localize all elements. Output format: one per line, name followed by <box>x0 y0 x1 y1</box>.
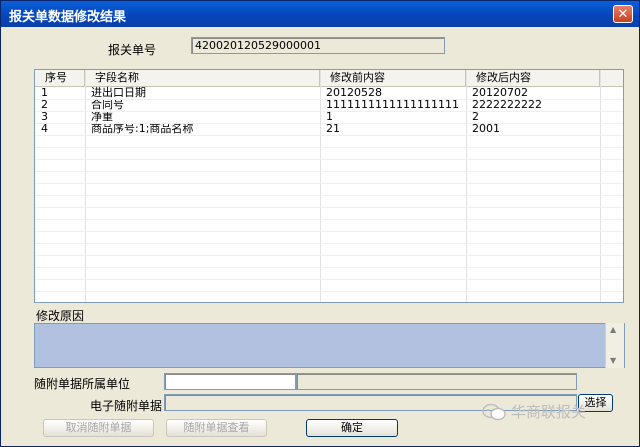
view-attachment-button[interactable]: 随附单据查看 <box>166 419 267 437</box>
reason-scrollbar[interactable]: ▲ ▼ <box>605 323 624 368</box>
col-header-seq[interactable]: 序号 <box>35 70 85 86</box>
watermark-text: 华商联报关 <box>511 403 587 421</box>
title-bar[interactable]: 报关单数据修改结果 ✕ <box>1 1 639 27</box>
window-title: 报关单数据修改结果 <box>9 10 127 25</box>
row-divider <box>35 183 623 184</box>
row-divider <box>35 147 623 148</box>
row-divider <box>35 267 623 268</box>
dialog-window: 报关单数据修改结果 ✕ 报关单号 420020120529000001 序号 字… <box>0 0 640 447</box>
row-divider <box>35 159 623 160</box>
row-divider <box>35 99 623 100</box>
row-divider <box>35 219 623 220</box>
wechat-icon <box>482 403 506 421</box>
decl-no-label: 报关单号 <box>108 43 157 57</box>
attach-unit-name-field <box>296 373 577 390</box>
cell-after: 2222222222 <box>472 98 542 111</box>
modification-table[interactable]: 序号 字段名称 修改前内容 修改后内容 1 进出口日期 20120528 201… <box>34 69 624 303</box>
row-divider <box>35 231 623 232</box>
decl-no-field: 420020120529000001 <box>191 37 445 54</box>
row-divider <box>35 135 623 136</box>
attach-unit-label: 随附单据所属单位 <box>34 377 131 391</box>
cancel-attachment-button[interactable]: 取消随附单据 <box>43 419 154 437</box>
row-divider <box>35 171 623 172</box>
row-divider <box>35 207 623 208</box>
edoc-label: 电子随附单据 <box>90 399 163 413</box>
scroll-down-icon[interactable]: ▼ <box>610 356 616 365</box>
cell-field: 商品序号:1;商品名称 <box>91 122 194 135</box>
cell-before: 1111111111111111111 <box>326 98 459 111</box>
col-header-after[interactable]: 修改后内容 <box>466 70 600 86</box>
cell-after: 2001 <box>472 122 500 135</box>
attach-unit-code-input[interactable] <box>164 373 296 390</box>
row-divider <box>35 195 623 196</box>
reason-textarea[interactable] <box>34 323 625 368</box>
table-header: 序号 字段名称 修改前内容 修改后内容 <box>35 70 623 87</box>
row-divider <box>35 243 623 244</box>
scroll-up-icon[interactable]: ▲ <box>610 325 616 334</box>
reason-label: 修改原因 <box>36 309 85 323</box>
cell-seq: 4 <box>41 122 48 135</box>
ok-button[interactable]: 确定 <box>306 419 398 437</box>
col-header-before[interactable]: 修改前内容 <box>320 70 466 86</box>
close-icon: ✕ <box>617 7 629 22</box>
row-divider <box>35 111 623 112</box>
row-divider <box>35 123 623 124</box>
row-divider <box>35 291 623 292</box>
row-divider <box>35 279 623 280</box>
close-button[interactable]: ✕ <box>613 5 633 23</box>
row-divider <box>35 255 623 256</box>
table-row[interactable]: 4 商品序号:1;商品名称 21 2001 <box>35 123 623 135</box>
cell-before: 21 <box>326 122 340 135</box>
col-header-field[interactable]: 字段名称 <box>85 70 320 86</box>
